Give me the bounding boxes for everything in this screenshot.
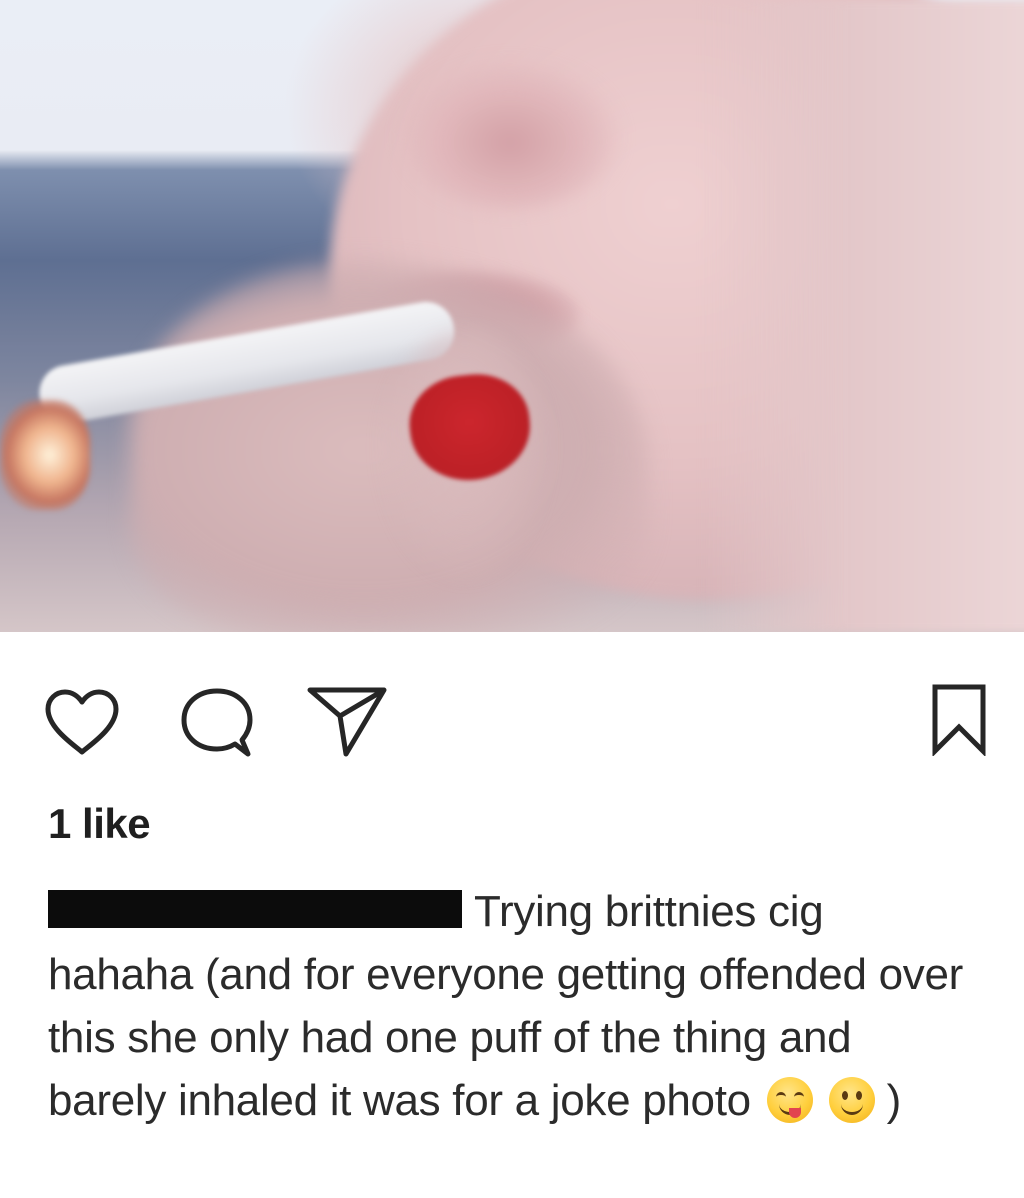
post-action-bar xyxy=(0,632,1024,792)
paper-plane-icon[interactable] xyxy=(306,684,388,758)
post-caption: Trying brittnies cig hahaha (and for eve… xyxy=(48,880,978,1132)
redacted-username[interactable] xyxy=(48,890,462,928)
bookmark-icon[interactable] xyxy=(930,682,988,756)
photo-nose xyxy=(400,60,620,210)
heart-icon[interactable] xyxy=(44,688,120,756)
comment-bubble-icon[interactable] xyxy=(180,686,254,760)
caption-closing-paren: ) xyxy=(886,1076,902,1125)
photo-cigarette-ember xyxy=(0,400,90,510)
slight-smile-emoji xyxy=(828,1077,875,1123)
yum-face-emoji xyxy=(766,1077,813,1123)
photo-cheek xyxy=(700,0,1024,632)
post-photo[interactable] xyxy=(0,0,1024,632)
likes-count[interactable]: 1 like xyxy=(48,800,151,848)
